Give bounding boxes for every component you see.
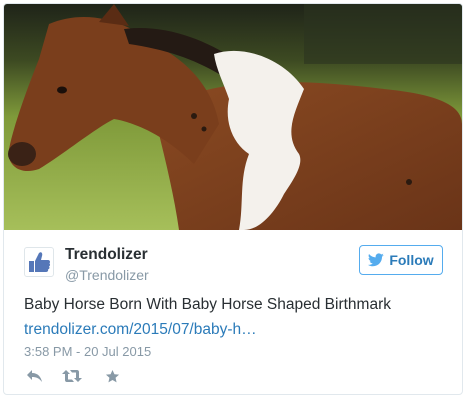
twitter-bird-icon — [368, 253, 385, 267]
author-name[interactable]: Trendolizer — [65, 246, 148, 264]
tweet-timestamp[interactable]: 3:58 PM - 20 Jul 2015 — [24, 344, 151, 359]
follow-button-label: Follow — [389, 252, 434, 268]
author-handle[interactable]: @Trendolizer — [65, 267, 149, 283]
thumbs-up-icon — [29, 252, 51, 272]
favorite-button[interactable] — [102, 367, 122, 385]
favorite-star-icon — [105, 369, 119, 382]
foal-photo-image — [4, 4, 462, 230]
tweet-photo[interactable] — [4, 4, 462, 230]
tweet-text: Baby Horse Born With Baby Horse Shaped B… — [24, 296, 391, 313]
retweet-icon — [62, 370, 82, 382]
tweet-link[interactable]: trendolizer.com/2015/07/baby-h… — [24, 321, 257, 339]
reply-icon — [26, 370, 42, 382]
follow-button[interactable]: Follow — [359, 245, 443, 275]
tweet-card: Trendolizer @Trendolizer Follow Baby Hor… — [3, 3, 463, 395]
retweet-button[interactable] — [62, 367, 82, 385]
reply-button[interactable] — [24, 367, 44, 385]
author-avatar[interactable] — [24, 247, 54, 277]
